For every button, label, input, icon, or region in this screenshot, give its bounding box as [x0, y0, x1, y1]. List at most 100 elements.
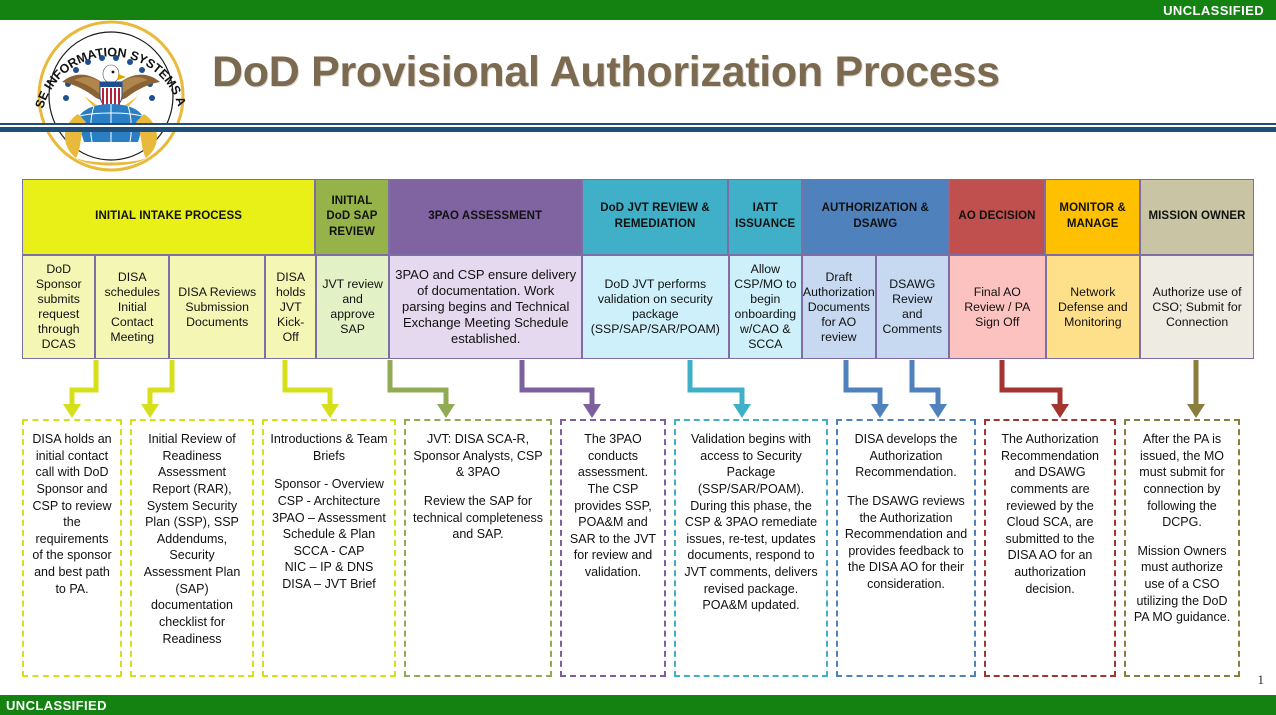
detail-box-layer: DISA holds an initial contact call with …	[18, 419, 1258, 677]
process-phase-table: INITIAL INTAKE PROCESS INITIAL DoD SAP RE…	[22, 179, 1255, 359]
phase-step-label: Allow CSP/MO to begin onboarding w/CAO &…	[734, 262, 797, 351]
connector-ao-decision	[999, 360, 1069, 418]
phase-step-label: 3PAO and CSP ensure delivery of document…	[395, 267, 577, 346]
classification-banner-top: UNCLASSIFIED	[0, 0, 1276, 20]
detail-box-paragraph: DISA develops the Authorization Recommen…	[854, 432, 958, 480]
arrow-head-icon	[141, 404, 159, 418]
classification-bottom-label: UNCLASSIFIED	[6, 697, 107, 713]
phase-header-label: IATT ISSUANCE	[735, 202, 796, 230]
connector-intake-2	[141, 360, 175, 418]
connector-arrow-layer	[63, 360, 1205, 418]
phase-step-cell: Draft Authorization Documents for AO rev…	[802, 255, 876, 359]
phase-header-label: MONITOR & MANAGE	[1059, 202, 1126, 230]
phase-step-cell: DSAWG Review and Comments	[875, 255, 949, 359]
phase-header-4: DoD JVT REVIEW & REMEDIATION	[581, 179, 729, 255]
connector-intake-1	[63, 360, 99, 418]
detail-box-paragraph: Review the SAP for technical completenes…	[413, 493, 543, 542]
detail-box-paragraph: JVT: DISA SCA-R, Sponsor Analysts, CSP &…	[413, 432, 543, 480]
phase-header-8: MONITOR & MANAGE	[1045, 179, 1141, 255]
phase-step-label: JVT review and approve SAP	[322, 277, 383, 336]
phase-step-label: DoD Sponsor submits request through DCAS	[35, 262, 82, 351]
detail-box-3: Introductions & Team Briefs Sponsor - Ove…	[262, 419, 396, 677]
detail-box-5: The 3PAO conducts assessment. The CSP pr…	[560, 419, 666, 677]
phase-header-9: MISSION OWNER	[1140, 179, 1255, 255]
phase-step-label: Network Defense and Monitoring	[1057, 284, 1128, 329]
phase-header-7: AO DECISION	[948, 179, 1046, 255]
arrow-head-icon	[871, 404, 889, 418]
connector-authorization-2	[909, 360, 947, 418]
phase-step-row: DoD Sponsor submits request through DCAS…	[22, 255, 1255, 359]
phase-header-1: INITIAL INTAKE PROCESS	[22, 179, 316, 255]
phase-header-label: DoD JVT REVIEW & REMEDIATION	[600, 202, 710, 230]
arrow-head-icon	[929, 404, 947, 418]
slide: UNCLASSIFIED UNCLASSIFIED DEFENSE INFORM…	[0, 0, 1276, 715]
connector-authorization-1	[843, 360, 889, 418]
detail-box-paragraph: DISA holds an initial contact call with …	[32, 432, 112, 596]
detail-box-paragraph: Introductions & Team Briefs	[270, 432, 388, 463]
phase-header-3: 3PAO ASSESSMENT	[388, 179, 582, 255]
page-number: 1	[1257, 672, 1265, 687]
phase-step-cell: Network Defense and Monitoring	[1045, 255, 1141, 359]
phase-header-row: INITIAL INTAKE PROCESS INITIAL DoD SAP RE…	[22, 179, 1255, 255]
phase-step-label: Authorize use of CSO; Submit for Connect…	[1152, 284, 1242, 329]
phase-step-label: DoD JVT performs validation on security …	[590, 277, 720, 336]
phase-step-label: DISA Reviews Submission Documents	[178, 284, 257, 329]
phase-step-label: DSAWG Review and Comments	[882, 277, 942, 336]
phase-step-cell: DoD JVT performs validation on security …	[582, 255, 729, 359]
phase-header-label: INITIAL INTAKE PROCESS	[95, 210, 242, 223]
phase-step-label: DISA schedules Initial Contact Meeting	[104, 269, 160, 344]
arrow-head-icon	[1051, 404, 1069, 418]
detail-box-4: JVT: DISA SCA-R, Sponsor Analysts, CSP &…	[404, 419, 552, 677]
phase-step-label: Draft Authorization Documents for AO rev…	[802, 269, 875, 344]
arrow-head-icon	[733, 404, 751, 418]
detail-box-1: DISA holds an initial contact call with …	[22, 419, 122, 677]
phase-step-cell: DISA holds JVT Kick-Off	[265, 255, 316, 359]
phase-step-cell: 3PAO and CSP ensure delivery of document…	[389, 255, 583, 359]
detail-box-7: DISA develops the Authorization Recommen…	[836, 419, 976, 677]
phase-header-5: IATT ISSUANCE	[728, 179, 802, 255]
connector-mission-owner	[1187, 360, 1205, 418]
detail-box-paragraph: Validation begins with access to Securit…	[684, 432, 818, 613]
detail-box-paragraph: Sponsor - Overview CSP - Architecture 3P…	[272, 477, 386, 591]
phase-header-2: INITIAL DoD SAP REVIEW	[315, 179, 389, 255]
detail-box-9: After the PA is issued, the MO must subm…	[1124, 419, 1240, 677]
arrow-head-icon	[63, 404, 81, 418]
phase-header-label: 3PAO ASSESSMENT	[428, 210, 543, 223]
detail-box-2: Initial Review of Readiness Assessment R…	[130, 419, 254, 677]
phase-step-cell: Final AO Review / PA Sign Off	[949, 255, 1046, 359]
connector-3pao	[519, 360, 601, 418]
detail-box-paragraph: Mission Owners must authorize use of a C…	[1133, 543, 1231, 625]
phase-step-cell: DoD Sponsor submits request through DCAS	[22, 255, 96, 359]
connector-intake-3	[282, 360, 339, 418]
phase-header-label: MISSION OWNER	[1148, 210, 1246, 223]
phase-step-cell: Authorize use of CSO; Submit for Connect…	[1140, 255, 1255, 359]
arrow-head-icon	[437, 404, 455, 418]
detail-box-8: The Authorization Recommendation and DSA…	[984, 419, 1116, 677]
arrow-head-icon	[583, 404, 601, 418]
phase-header-label: AO DECISION	[958, 210, 1036, 223]
connector-jvt-review	[687, 360, 751, 418]
header-divider-thick	[0, 127, 1276, 132]
phase-step-cell: JVT review and approve SAP	[315, 255, 390, 359]
header-divider	[0, 123, 1276, 135]
phase-step-label: Final AO Review / PA Sign Off	[964, 284, 1031, 329]
arrow-head-icon	[1187, 404, 1205, 418]
connector-sap-review	[387, 360, 455, 418]
detail-box-paragraph: After the PA is issued, the MO must subm…	[1139, 432, 1225, 530]
classification-top-label: UNCLASSIFIED	[1163, 2, 1264, 18]
detail-box-6: Validation begins with access to Securit…	[674, 419, 828, 677]
phase-step-cell: DISA Reviews Submission Documents	[168, 255, 266, 359]
detail-box-paragraph: The 3PAO conducts assessment. The CSP pr…	[569, 432, 657, 579]
detail-box-paragraph: The DSAWG reviews the Authorization Reco…	[844, 493, 968, 591]
phase-step-cell: DISA schedules Initial Contact Meeting	[95, 255, 169, 359]
detail-box-paragraph: Initial Review of Readiness Assessment R…	[143, 432, 241, 646]
disa-seal-logo: DEFENSE INFORMATION SYSTEMS AGENCY	[21, 7, 196, 173]
classification-banner-bottom: UNCLASSIFIED	[0, 695, 1276, 715]
arrow-head-icon	[321, 404, 339, 418]
phase-header-label: AUTHORIZATION & DSAWG	[821, 202, 929, 230]
phase-header-6: AUTHORIZATION & DSAWG	[801, 179, 949, 255]
phase-header-label: INITIAL DoD SAP REVIEW	[326, 194, 378, 238]
phase-step-label: DISA holds JVT Kick-Off	[275, 269, 306, 344]
detail-box-paragraph: The Authorization Recommendation and DSA…	[1001, 432, 1099, 596]
phase-step-cell: Allow CSP/MO to begin onboarding w/CAO &…	[728, 255, 803, 359]
